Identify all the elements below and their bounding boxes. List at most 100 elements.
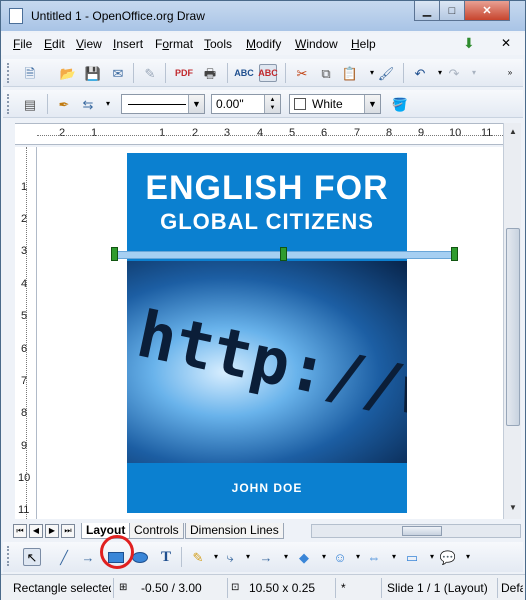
update-download-icon[interactable]: ⬇: [463, 36, 479, 50]
flowchart-icon[interactable]: ▭: [403, 548, 421, 566]
ruler-label: 8: [21, 407, 28, 419]
line-arrow-tool-icon[interactable]: →: [79, 548, 97, 566]
toolbar-grip[interactable]: [7, 94, 10, 114]
draw-app-icon[interactable]: [9, 8, 23, 24]
curve-tool-icon[interactable]: ✎: [189, 548, 207, 566]
ruler-label: 5: [21, 310, 28, 322]
styles-formatting-icon[interactable]: ▤: [21, 95, 39, 113]
basic-shapes-icon[interactable]: ◆: [295, 548, 313, 566]
callouts-icon[interactable]: 💬: [439, 548, 457, 566]
cover-author: JOHN DOE: [231, 481, 303, 495]
next-tab-icon[interactable]: ▶: [45, 524, 59, 538]
color-swatch: [294, 98, 306, 110]
highlight-circle: [100, 535, 134, 569]
toolbar-separator: [133, 63, 134, 83]
lines-arrows-icon[interactable]: →: [257, 548, 275, 566]
selection-handle-center[interactable]: [280, 247, 287, 261]
ruler-label: 11: [481, 127, 493, 139]
arrow-style-icon[interactable]: ⇆: [79, 95, 97, 113]
cut-icon[interactable]: ✂: [293, 64, 311, 82]
scroll-down-icon[interactable]: ▼: [506, 501, 520, 515]
spellcheck-icon[interactable]: ABC: [234, 64, 254, 82]
ruler-label: 7: [354, 127, 361, 139]
minimize-button[interactable]: ▁: [414, 1, 440, 21]
spin-buttons[interactable]: ▲ ▼: [264, 95, 280, 113]
clone-formatting-icon[interactable]: 🖌: [377, 64, 395, 82]
open-folder-icon[interactable]: 📂: [59, 64, 77, 82]
toolbar-separator: [227, 63, 228, 83]
block-arrows-icon[interactable]: ⇔: [365, 548, 383, 566]
maximize-button[interactable]: □: [439, 1, 465, 21]
close-button[interactable]: ✕: [464, 1, 510, 21]
save-icon[interactable]: 💾: [84, 64, 102, 82]
toolbar-separator: [181, 547, 182, 567]
ruler-label: 8: [386, 127, 393, 139]
status-selection: Rectangle selected: [13, 581, 111, 595]
status-divider: [113, 578, 114, 598]
new-document-icon[interactable]: 🗎: [21, 64, 39, 82]
chevron-down-icon[interactable]: ▼: [188, 95, 204, 113]
menu-view[interactable]: View: [76, 37, 102, 51]
menu-window[interactable]: Window: [295, 37, 338, 51]
line-tool-icon[interactable]: ╱: [55, 548, 73, 566]
print-icon[interactable]: 🖶: [201, 64, 219, 82]
menu-tools[interactable]: Tools: [204, 37, 232, 51]
vertical-scrollbar[interactable]: ▲ ▼: [503, 123, 521, 519]
last-tab-icon[interactable]: ⏭: [61, 524, 75, 538]
ellipse-icon: [132, 551, 148, 563]
vertical-ruler[interactable]: 1 2 3 4 5 6 7 8 9 10 11: [15, 147, 37, 519]
selection-handle-right[interactable]: [451, 247, 458, 261]
toolbar-grip[interactable]: [7, 63, 10, 83]
tab-dimension-lines[interactable]: Dimension Lines: [185, 523, 284, 539]
horizontal-scroll-thumb[interactable]: [402, 526, 442, 536]
menu-modify[interactable]: Modify: [246, 37, 281, 51]
menu-format[interactable]: Format: [155, 37, 193, 51]
horizontal-scrollbar[interactable]: [311, 524, 521, 538]
menu-help[interactable]: Help: [351, 37, 376, 51]
line-icon[interactable]: ✒: [55, 95, 73, 113]
tab-controls[interactable]: Controls: [129, 523, 184, 539]
ruler-label: 2: [21, 213, 28, 225]
line-width-field[interactable]: 0.00" ▲ ▼: [211, 94, 281, 114]
export-pdf-icon[interactable]: PDF: [175, 64, 193, 82]
horizontal-ruler[interactable]: 2 1 1 2 3 4 5 6 7 8 9 10 11: [15, 123, 517, 145]
area-color-select[interactable]: White ▼: [289, 94, 381, 114]
document-close-icon[interactable]: ✕: [501, 36, 511, 50]
chevron-down-icon[interactable]: ▼: [364, 95, 380, 113]
select-pointer-icon[interactable]: ↖: [23, 548, 41, 566]
lines-arrows-dropdown-icon[interactable]: ▾: [277, 548, 295, 566]
undo-icon[interactable]: ↶: [411, 64, 429, 82]
scroll-up-icon[interactable]: ▲: [506, 125, 520, 139]
drawing-canvas[interactable]: ENGLISH FOR GLOBAL CITIZENS http://w JOH…: [37, 147, 503, 519]
line-style-select[interactable]: ▼: [121, 94, 205, 114]
book-cover-image[interactable]: ENGLISH FOR GLOBAL CITIZENS http://w JOH…: [127, 153, 407, 513]
redo-dropdown-icon[interactable]: ▾: [465, 64, 483, 82]
cover-title-line1: ENGLISH FOR: [145, 169, 389, 207]
toolbar-grip[interactable]: [7, 546, 10, 566]
menu-edit[interactable]: Edit: [44, 37, 65, 51]
connector-dropdown-icon[interactable]: ▾: [239, 548, 257, 566]
symbol-shapes-icon[interactable]: ☺: [331, 548, 349, 566]
prev-tab-icon[interactable]: ◀: [29, 524, 43, 538]
copy-icon[interactable]: ⧉: [317, 64, 335, 82]
arrow-style-dropdown-icon[interactable]: ▾: [99, 95, 117, 113]
text-tool-icon[interactable]: T: [157, 548, 175, 566]
redo-icon[interactable]: ↷: [445, 64, 463, 82]
ruler-label: 2: [192, 127, 199, 139]
size-icon: ⊡: [231, 582, 240, 593]
connector-tool-icon[interactable]: ⤷: [221, 548, 239, 566]
menu-insert[interactable]: Insert: [113, 37, 143, 51]
first-tab-icon[interactable]: ⏮: [13, 524, 27, 538]
selection-handle-left[interactable]: [111, 247, 118, 261]
menu-file[interactable]: File: [13, 37, 32, 51]
callouts-dropdown-icon[interactable]: ▾: [459, 548, 477, 566]
block-arrows-dropdown-icon[interactable]: ▾: [385, 548, 403, 566]
toolbar-overflow-icon[interactable]: »: [501, 64, 519, 82]
autospellcheck-icon[interactable]: ABC: [258, 64, 278, 82]
vertical-scroll-thumb[interactable]: [506, 228, 520, 426]
paste-icon[interactable]: 📋: [341, 64, 359, 82]
email-icon[interactable]: ✉: [109, 64, 127, 82]
edit-file-icon[interactable]: ✎: [141, 64, 159, 82]
fill-bucket-icon[interactable]: 🪣: [391, 95, 409, 113]
area-color-value: White: [312, 97, 343, 111]
